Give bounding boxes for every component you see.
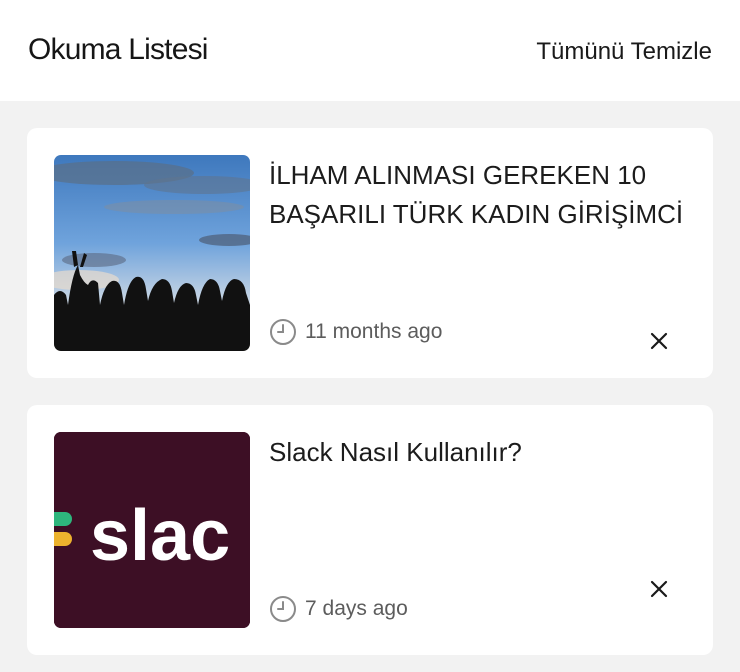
page-title: Okuma Listesi (28, 33, 208, 66)
clock-icon (269, 318, 297, 346)
app-header: Okuma Listesi Tümünü Temizle (0, 0, 740, 101)
article-title[interactable]: İLHAM ALINMASI GEREKEN 10 BAŞARILI TÜRK … (269, 156, 689, 234)
slack-logo-image: slac (54, 432, 250, 628)
time-ago: 7 days ago (305, 597, 408, 620)
article-thumbnail[interactable]: slac (54, 432, 250, 628)
reading-list-item[interactable]: slac Slack Nasıl Kullanılır? 7 days ago (27, 405, 713, 655)
silhouettes-sky-image (54, 155, 250, 351)
reading-list-item[interactable]: İLHAM ALINMASI GEREKEN 10 BAŞARILI TÜRK … (27, 128, 713, 378)
svg-text:slac: slac (90, 496, 230, 576)
article-meta: 11 months ago (269, 318, 442, 346)
article-meta: 7 days ago (269, 595, 408, 623)
close-icon[interactable] (649, 331, 669, 351)
time-ago: 11 months ago (305, 320, 443, 343)
article-title[interactable]: Slack Nasıl Kullanılır? (269, 433, 689, 472)
article-thumbnail[interactable] (54, 155, 250, 351)
clock-icon (269, 595, 297, 623)
clear-all-button[interactable]: Tümünü Temizle (536, 38, 712, 66)
close-icon[interactable] (649, 579, 669, 599)
